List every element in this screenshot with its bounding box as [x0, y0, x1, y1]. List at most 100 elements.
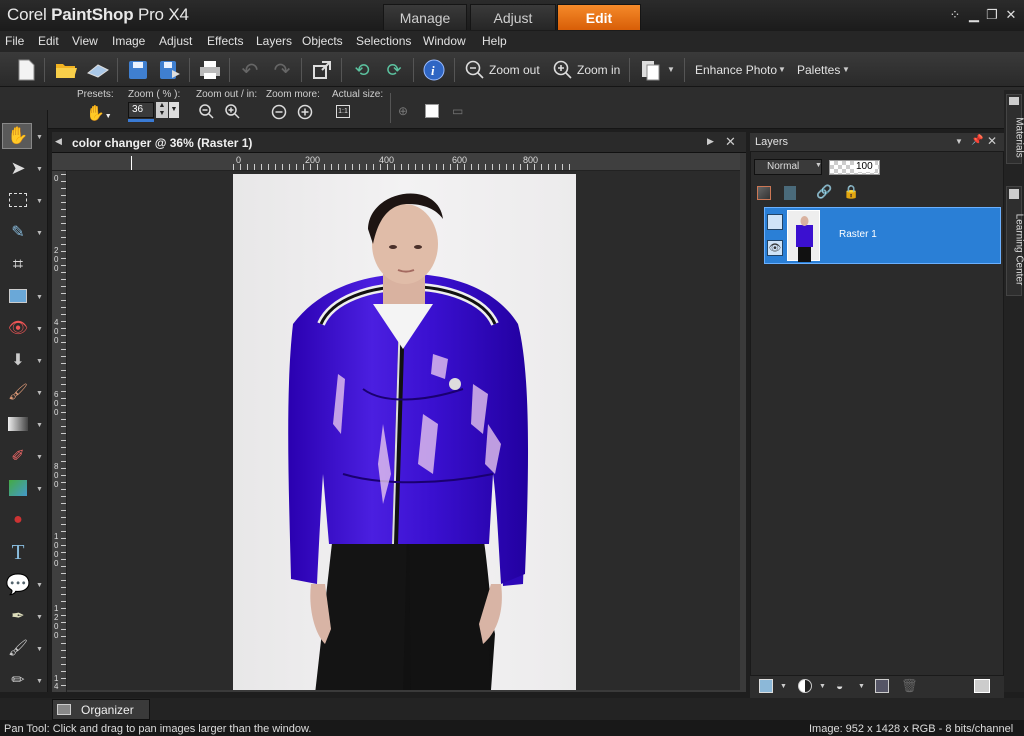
menu-adjust[interactable]: Adjust — [159, 34, 192, 48]
menu-selections[interactable]: Selections — [356, 34, 411, 48]
fit-window-icon[interactable] — [425, 104, 439, 118]
straighten-tool-icon[interactable] — [5, 283, 31, 309]
new-raster-layer-icon[interactable] — [759, 679, 773, 693]
minimize-button[interactable]: ▁ — [966, 7, 982, 23]
tab-edit[interactable]: Edit — [557, 4, 641, 30]
image-info: Image: 952 x 1428 x RGB - 8 bits/channel — [809, 723, 1014, 735]
lock-icon[interactable]: 🔒 — [843, 184, 859, 200]
menu-objects[interactable]: Objects — [302, 34, 343, 48]
menu-edit[interactable]: Edit — [38, 34, 59, 48]
pen-tool-icon[interactable]: ✒ — [5, 603, 31, 629]
menu-help[interactable]: Help — [482, 34, 507, 48]
full-screen-icon[interactable] — [309, 57, 335, 83]
new-file-icon[interactable] — [13, 57, 39, 83]
tab-scroll-right-icon[interactable]: ▶ — [707, 136, 714, 147]
makeover-tool-icon[interactable]: ⬇ — [5, 347, 31, 373]
tab-adjust[interactable]: Adjust — [470, 4, 556, 30]
zoom-out-button[interactable]: Zoom out — [489, 63, 540, 77]
tab-manage[interactable]: Manage — [383, 4, 467, 30]
pan-preset-icon[interactable]: ✋▼ — [86, 104, 112, 122]
color-changer-tool-icon[interactable]: ● — [5, 507, 31, 533]
ruler-label: 1 2 0 0 — [54, 604, 59, 640]
close-document-icon[interactable]: ✕ — [725, 134, 736, 150]
close-button[interactable]: ✕ — [1003, 7, 1019, 23]
close-layers-icon[interactable]: ✕ — [987, 134, 997, 148]
menu-image[interactable]: Image — [112, 34, 145, 48]
organizer-label: Organizer — [81, 703, 134, 717]
gradient-tool-icon[interactable] — [5, 411, 31, 437]
collapsed-palettes-strip — [1004, 90, 1024, 692]
rotate-left-icon[interactable]: ⟲ — [349, 57, 375, 83]
zoom-out-in-label: Zoom out / in: — [196, 89, 258, 100]
clone-tool-icon[interactable]: 🖌 — [5, 379, 31, 405]
opacity-value[interactable]: 100 — [854, 161, 875, 172]
layer-group-new-icon[interactable] — [875, 679, 889, 693]
save-icon[interactable] — [125, 57, 151, 83]
presets-label: Presets: — [77, 89, 114, 100]
dropper-tool-icon[interactable]: ✎ — [5, 219, 31, 245]
paste-dropdown-icon[interactable]: ▼ — [667, 65, 675, 74]
menu-window[interactable]: Window — [423, 34, 466, 48]
layer-name[interactable]: Raster 1 — [839, 229, 877, 240]
info-icon[interactable]: i — [421, 57, 447, 83]
visibility-eye-icon[interactable]: 👁 — [767, 240, 783, 256]
warp-brush-tool-icon[interactable]: ✏ — [5, 667, 31, 693]
menu-effects[interactable]: Effects — [207, 34, 243, 48]
selection-tool-icon[interactable] — [5, 187, 31, 213]
eraser-tool-icon[interactable]: ✐ — [5, 443, 31, 469]
adjustment-layer-icon[interactable] — [798, 679, 812, 693]
preset-shape-tool-icon[interactable]: 💬 — [5, 571, 31, 597]
image-canvas[interactable] — [233, 174, 576, 694]
layer-style-icon[interactable] — [784, 186, 796, 200]
zoom-out-icon[interactable] — [462, 57, 488, 83]
tab-scroll-left-icon[interactable]: ◀ — [55, 136, 62, 147]
paint-brush-tool-icon[interactable]: 🖌 — [5, 635, 31, 661]
document-title[interactable]: color changer @ 36% (Raster 1) — [72, 136, 252, 150]
fill-tool-icon[interactable] — [5, 475, 31, 501]
zoom-spinner[interactable]: ▲ ▼ — [156, 102, 168, 118]
menu-view[interactable]: View — [72, 34, 98, 48]
restore-button[interactable]: ❐ — [984, 7, 1000, 23]
layer-mask-icon[interactable] — [757, 186, 771, 200]
photo-man-purple-jacket — [288, 193, 529, 694]
clipboard-icon[interactable] — [637, 57, 663, 83]
scan-icon[interactable] — [85, 57, 111, 83]
redo-icon[interactable]: ↷ — [269, 57, 295, 83]
palettes-menu[interactable]: Palettes — [797, 63, 840, 77]
menu-layers[interactable]: Layers — [256, 34, 292, 48]
zoom-more-out-icon[interactable] — [271, 104, 287, 120]
enhance-photo-menu[interactable]: Enhance Photo — [695, 63, 777, 77]
crop-tool-icon[interactable]: ⌗ — [5, 251, 31, 277]
red-eye-tool-icon[interactable]: 👁 — [5, 315, 31, 341]
actual-size-label: Actual size: — [332, 89, 384, 100]
zoom-in-icon[interactable] — [550, 57, 576, 83]
undo-icon[interactable]: ↶ — [237, 57, 263, 83]
ruler-label: 0 — [54, 174, 59, 183]
pan-tool-icon[interactable]: ✋ — [5, 123, 31, 149]
materials-icon — [1009, 97, 1019, 105]
zoom-dropdown-icon[interactable]: ▼ — [169, 102, 179, 118]
settings-icon[interactable]: ⁘ — [947, 7, 963, 23]
open-folder-icon[interactable] — [53, 57, 79, 83]
pick-tool-icon[interactable]: ➤ — [5, 155, 31, 181]
zoom-in-small-icon[interactable] — [225, 104, 241, 120]
layer-group-icon[interactable] — [767, 214, 783, 230]
zoom-more-in-icon[interactable] — [297, 104, 313, 120]
layers-menu-icon[interactable]: ▼ — [955, 137, 963, 146]
zoom-value-field[interactable]: 36 — [128, 102, 154, 118]
blend-mode-select[interactable]: Normal — [754, 159, 822, 175]
save-as-icon[interactable] — [157, 57, 183, 83]
pin-icon[interactable]: 📌 — [971, 135, 983, 146]
layer-properties-icon[interactable] — [974, 679, 990, 693]
zoom-slider[interactable] — [128, 119, 154, 122]
fit-screen-icon: ▭ — [452, 104, 464, 118]
actual-size-icon[interactable]: 1:1 — [336, 105, 350, 118]
rotate-right-icon[interactable]: ⟳ — [381, 57, 407, 83]
zoom-in-button[interactable]: Zoom in — [577, 63, 620, 77]
text-tool-icon[interactable]: T — [5, 539, 31, 565]
print-icon[interactable] — [197, 57, 223, 83]
menu-file[interactable]: File — [5, 34, 24, 48]
zoom-out-small-icon[interactable] — [199, 104, 215, 120]
link-icon[interactable]: 🔗 — [816, 184, 832, 200]
mask-icon[interactable]: ◒ — [836, 679, 843, 693]
